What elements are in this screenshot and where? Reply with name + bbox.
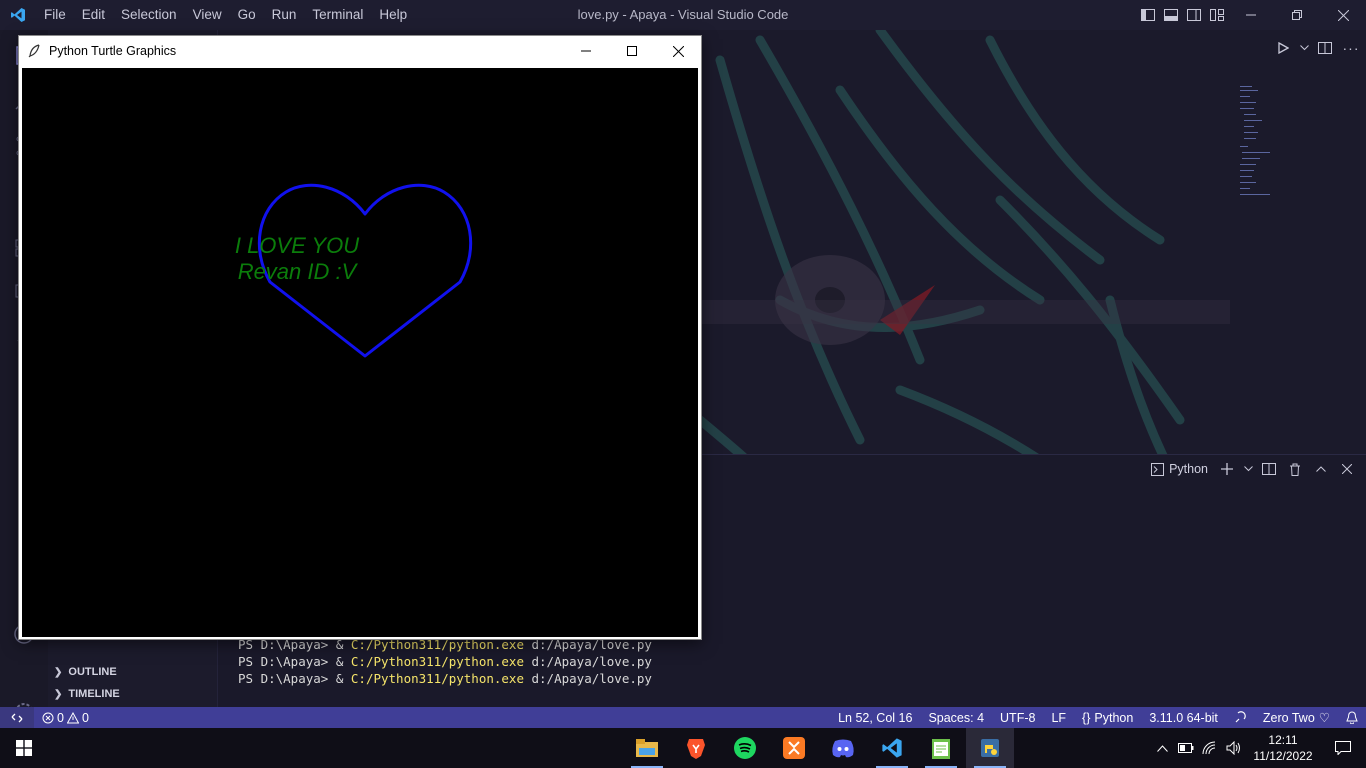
timeline-section[interactable]: ❯ TIMELINE xyxy=(54,688,120,700)
more-actions-icon[interactable]: ··· xyxy=(1340,36,1362,60)
panel-toolbar: Python xyxy=(1151,458,1358,480)
terminal-line: PS D:\Apaya> & C:/Python311/python.exe d… xyxy=(238,654,652,669)
menu-selection[interactable]: Selection xyxy=(113,0,185,30)
toggle-primary-sidebar-icon[interactable] xyxy=(1136,0,1159,30)
clock-date: 11/12/2022 xyxy=(1253,749,1313,763)
theme-status[interactable]: Zero Two ♡ xyxy=(1255,710,1338,726)
heart-drawing xyxy=(257,183,473,358)
warning-count: 0 xyxy=(81,710,89,725)
minimize-button[interactable] xyxy=(1228,0,1274,30)
feather-icon xyxy=(19,36,49,66)
wifi-icon[interactable] xyxy=(1198,728,1222,768)
end-of-line[interactable]: LF xyxy=(1043,711,1074,725)
windows-taskbar: 12:11 11/12/2022 xyxy=(0,728,1366,768)
turtle-window-title: Python Turtle Graphics xyxy=(49,44,177,58)
run-dropdown-chevron-down-icon[interactable] xyxy=(1298,36,1310,60)
feedback-icon[interactable] xyxy=(1226,711,1255,724)
file-explorer-icon[interactable] xyxy=(623,728,671,768)
status-bar: 0 0 Ln 52, Col 16 Spaces: 4 UTF-8 LF {} P… xyxy=(0,707,1366,728)
vscode-taskbar-icon[interactable] xyxy=(868,728,916,768)
close-panel-icon[interactable] xyxy=(1336,458,1358,480)
discord-icon[interactable] xyxy=(819,728,867,768)
vscode-logo-icon xyxy=(0,0,36,30)
show-hidden-icons-chevron-up-icon[interactable] xyxy=(1150,728,1174,768)
close-window-button[interactable] xyxy=(1320,0,1366,30)
terminal-output[interactable]: PS D:\Apaya> & C:/Python311/python.exe d… xyxy=(238,636,652,687)
python-interpreter[interactable]: 3.11.0 64-bit xyxy=(1141,711,1226,725)
menu-file[interactable]: File xyxy=(36,0,74,30)
error-icon xyxy=(42,712,54,723)
notepad-icon[interactable] xyxy=(917,728,965,768)
language-mode[interactable]: {} Python xyxy=(1074,711,1141,725)
turtle-maximize-button[interactable] xyxy=(609,36,655,66)
toggle-panel-icon[interactable] xyxy=(1159,0,1182,30)
spotify-icon[interactable] xyxy=(721,728,769,768)
system-tray: 12:11 11/12/2022 xyxy=(1150,728,1366,768)
menu-bar: File Edit Selection View Go Run Terminal… xyxy=(36,0,415,30)
windows-start-icon[interactable] xyxy=(0,728,48,768)
terminal-tab[interactable]: Python xyxy=(1151,462,1212,476)
love-text-line2: Revan ID :V xyxy=(237,259,357,284)
restore-button[interactable] xyxy=(1274,0,1320,30)
maximize-panel-chevron-up-icon[interactable] xyxy=(1310,458,1332,480)
split-terminal-icon[interactable] xyxy=(1258,458,1280,480)
run-python-file-button[interactable] xyxy=(1272,36,1294,60)
problems-indicator[interactable]: 0 0 xyxy=(34,711,89,725)
volume-icon[interactable] xyxy=(1222,728,1246,768)
timeline-label: TIMELINE xyxy=(68,688,120,700)
terminal-line: PS D:\Apaya> & C:/Python311/python.exe d… xyxy=(238,671,652,686)
split-editor-button[interactable] xyxy=(1314,36,1336,60)
vscode-title-bar: File Edit Selection View Go Run Terminal… xyxy=(0,0,1366,30)
braces-icon: {} xyxy=(1082,710,1091,725)
outline-section[interactable]: ❯ OUTLINE xyxy=(54,666,117,678)
kill-terminal-trash-icon[interactable] xyxy=(1284,458,1306,480)
terminal-icon xyxy=(1151,462,1165,476)
menu-run[interactable]: Run xyxy=(264,0,305,30)
love-text-line1: I LOVE YOU xyxy=(234,233,360,258)
outline-label: OUTLINE xyxy=(68,666,117,678)
warning-icon xyxy=(66,711,79,723)
menu-edit[interactable]: Edit xyxy=(74,0,113,30)
error-count: 0 xyxy=(57,710,64,725)
menu-view[interactable]: View xyxy=(185,0,230,30)
brave-browser-icon[interactable] xyxy=(672,728,720,768)
customize-layout-icon[interactable] xyxy=(1205,0,1228,30)
turtle-title-bar[interactable]: Python Turtle Graphics xyxy=(19,36,701,66)
menu-go[interactable]: Go xyxy=(230,0,264,30)
turtle-close-button[interactable] xyxy=(655,36,701,66)
terminal-dropdown-chevron-down-icon[interactable] xyxy=(1242,458,1254,480)
system-clock[interactable]: 12:11 11/12/2022 xyxy=(1246,732,1320,764)
turtle-graphics-window: Python Turtle Graphics I LOVE YOU Revan … xyxy=(18,35,702,640)
editor-actions: ··· xyxy=(1272,36,1366,60)
chevron-right-icon: ❯ xyxy=(54,666,63,678)
remote-indicator-icon[interactable] xyxy=(0,707,34,728)
clock-time: 12:11 xyxy=(1268,733,1298,747)
menu-terminal[interactable]: Terminal xyxy=(304,0,371,30)
menu-help[interactable]: Help xyxy=(371,0,415,30)
toggle-secondary-sidebar-icon[interactable] xyxy=(1182,0,1205,30)
action-center-icon[interactable] xyxy=(1320,728,1366,768)
cursor-position[interactable]: Ln 52, Col 16 xyxy=(830,711,920,725)
heart-icon: ♡ xyxy=(1318,711,1330,725)
indentation[interactable]: Spaces: 4 xyxy=(920,711,992,725)
turtle-canvas[interactable]: I LOVE YOU Revan ID :V xyxy=(22,68,698,637)
battery-icon[interactable] xyxy=(1174,728,1198,768)
file-encoding[interactable]: UTF-8 xyxy=(992,711,1043,725)
terminal-name: Python xyxy=(1169,462,1208,476)
new-terminal-plus-icon[interactable] xyxy=(1216,458,1238,480)
minimap[interactable] xyxy=(1238,86,1308,202)
python-taskbar-icon[interactable] xyxy=(966,728,1014,768)
notifications-bell-icon[interactable] xyxy=(1338,711,1366,724)
xampp-icon[interactable] xyxy=(770,728,818,768)
chevron-right-icon: ❯ xyxy=(54,688,63,700)
turtle-minimize-button[interactable] xyxy=(563,36,609,66)
